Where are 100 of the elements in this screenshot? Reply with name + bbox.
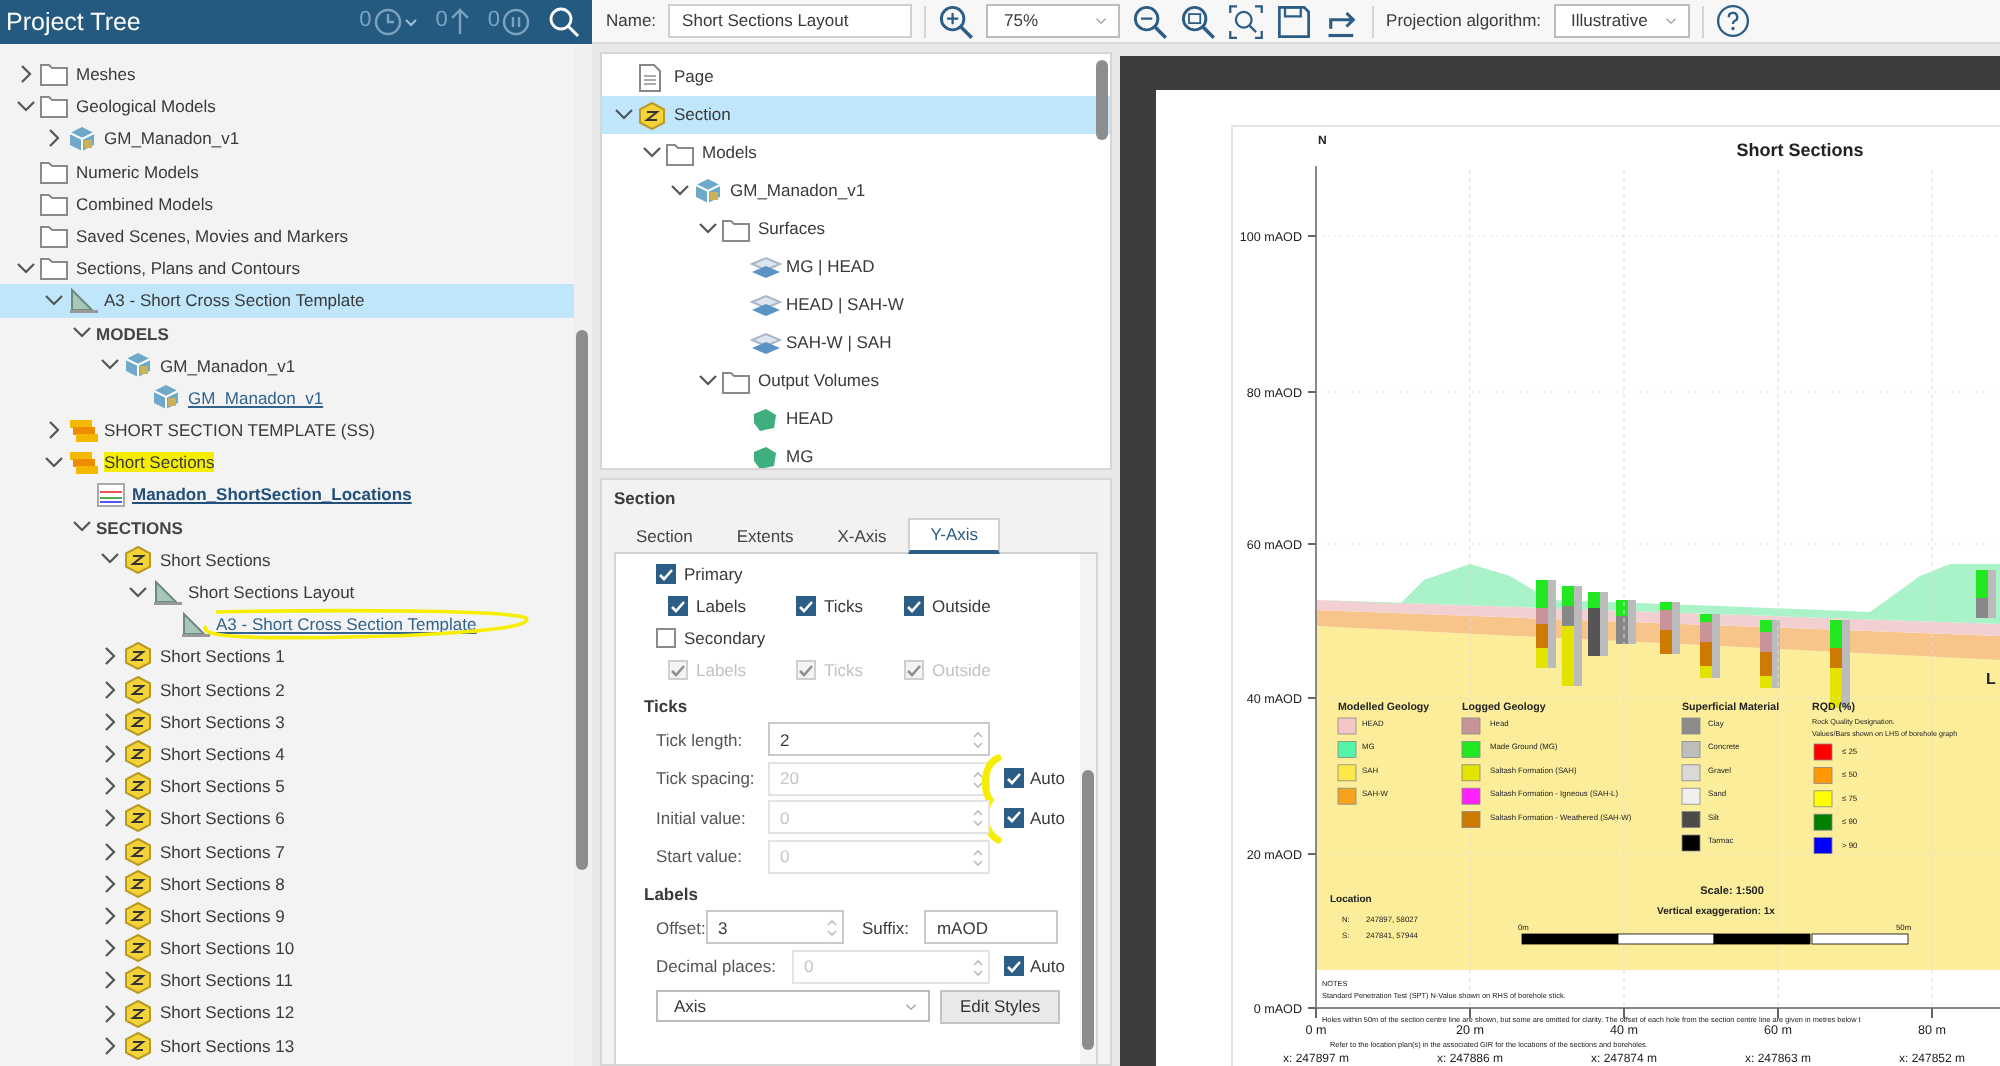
tree-row[interactable]: Short Sections	[0, 446, 574, 479]
chevron-down-icon[interactable]	[698, 222, 718, 236]
tree-row[interactable]: HEAD	[602, 400, 1110, 438]
projection-dropdown[interactable]: Illustrative	[1553, 4, 1690, 38]
tree-row[interactable]: SAH-W | SAH	[602, 324, 1110, 362]
tree-row[interactable]: Meshes	[0, 58, 574, 91]
chevron-right-icon[interactable]	[103, 938, 117, 959]
tab[interactable]: Extents	[714, 517, 816, 554]
chevron-right-icon[interactable]	[47, 420, 61, 441]
scrollbar-thumb[interactable]	[576, 330, 588, 870]
tree-row[interactable]: Short Sections 6	[0, 802, 574, 835]
save-icon[interactable]	[1276, 3, 1313, 39]
chevron-right-icon[interactable]	[103, 1003, 117, 1024]
tree-link[interactable]: GM_Manadon_v1	[188, 387, 324, 409]
tree-link[interactable]: A3 - Short Cross Section Template	[216, 614, 477, 635]
chevron-right-icon[interactable]	[103, 970, 117, 991]
tree-row[interactable]: MODELS	[0, 317, 574, 350]
tree-row[interactable]: Short Sections 5	[0, 770, 574, 803]
chevron-down-icon[interactable]	[698, 374, 718, 388]
tree-row[interactable]: Sections, Plans and Contours	[0, 252, 574, 285]
chevron-down-icon[interactable]	[16, 261, 36, 276]
checkbox[interactable]	[656, 628, 676, 649]
chevron-down-icon[interactable]	[16, 99, 36, 114]
help-icon[interactable]	[1715, 4, 1750, 38]
clock-icon[interactable]	[373, 8, 402, 36]
zoom-dropdown[interactable]: 75%	[986, 4, 1121, 38]
tree-link[interactable]: Manadon_ShortSection_Locations	[132, 484, 412, 506]
zoom-region-icon[interactable]	[1228, 3, 1265, 39]
chevron-right-icon[interactable]	[103, 905, 117, 926]
scrollbar-thumb[interactable]	[1082, 769, 1094, 1050]
tab[interactable]: Section	[614, 517, 715, 554]
chevron-down-icon[interactable]	[614, 108, 634, 122]
style-dropdown[interactable]: Axis	[656, 990, 930, 1023]
checkbox[interactable]	[668, 596, 688, 617]
scrollbar[interactable]	[1080, 553, 1096, 1064]
zoom-out-icon[interactable]	[1132, 3, 1169, 39]
tree-row[interactable]: Short Sections 8	[0, 867, 574, 900]
chevron-down-icon[interactable]	[44, 293, 64, 308]
tree-row[interactable]: Short Sections 4	[0, 737, 574, 771]
tree-row[interactable]: Numeric Models	[0, 155, 574, 188]
tree-row[interactable]: MG | HEAD	[602, 248, 1110, 286]
tree-row[interactable]: HEAD | SAH-W	[602, 286, 1110, 324]
chevron-right-icon[interactable]	[103, 646, 117, 667]
chevron-right-icon[interactable]	[103, 1035, 117, 1056]
tree-row[interactable]: Short Sections 12	[0, 996, 574, 1030]
chevron-right-icon[interactable]	[47, 128, 61, 149]
chevron-right-icon[interactable]	[103, 873, 117, 894]
tree-row[interactable]: Short Sections 1	[0, 640, 574, 674]
chevron-down-icon[interactable]	[44, 455, 64, 470]
chevron-right-icon[interactable]	[103, 841, 117, 862]
tree-row[interactable]: GM_Manadon_v1	[602, 172, 1110, 210]
tree-row[interactable]: Manadon_ShortSection_Locations	[0, 478, 574, 512]
tree-row[interactable]: Short Sections Layout	[0, 576, 574, 609]
tab[interactable]: X-Axis	[815, 517, 909, 554]
chevron-right-icon[interactable]	[103, 744, 117, 765]
number-field[interactable]: 2	[768, 722, 990, 757]
tree-row[interactable]: Combined Models	[0, 187, 574, 220]
name-field[interactable]: Short Sections Layout	[668, 4, 913, 38]
tree-row[interactable]: A3 - Short Cross Section Template	[0, 608, 574, 641]
tree-row[interactable]: Saved Scenes, Movies and Markers	[0, 219, 574, 253]
tree-row[interactable]: Short Sections 13	[0, 1029, 574, 1062]
tree-row[interactable]: GM_Manadon_v1	[0, 349, 574, 382]
zoom-in-icon[interactable]	[938, 3, 975, 39]
chevron-right-icon[interactable]	[103, 679, 117, 700]
tree-row[interactable]: Surfaces	[602, 210, 1110, 248]
checkbox[interactable]	[796, 596, 816, 617]
tree-row[interactable]: Short Sections 11	[0, 964, 574, 997]
tree-row[interactable]: Short Sections 7	[0, 835, 574, 868]
tree-row[interactable]: Short Sections 10	[0, 932, 574, 965]
chevron-down-icon[interactable]	[670, 184, 690, 198]
caret-icon[interactable]	[403, 17, 418, 27]
tree-row[interactable]: Geological Models	[0, 90, 574, 123]
tree-row[interactable]: Short Sections	[0, 543, 574, 576]
chevron-right-icon[interactable]	[103, 808, 117, 829]
scrollbar-thumb[interactable]	[1096, 60, 1108, 140]
tree-row[interactable]: Short Sections 2	[0, 673, 574, 706]
tree-row[interactable]: Section	[602, 96, 1110, 134]
chevron-right-icon[interactable]	[103, 776, 117, 797]
chevron-right-icon[interactable]	[19, 64, 33, 85]
search-icon[interactable]	[548, 6, 580, 38]
tree-row[interactable]: A3 - Short Cross Section Template	[0, 284, 574, 317]
tree-row[interactable]: MG	[602, 438, 1110, 468]
tree-row[interactable]: SECTIONS	[0, 511, 574, 544]
tree-row[interactable]: Output Volumes	[602, 362, 1110, 400]
pause-icon[interactable]	[502, 8, 530, 36]
checkbox[interactable]	[904, 596, 924, 617]
tree-row[interactable]: Models	[602, 134, 1110, 172]
chevron-down-icon[interactable]	[128, 585, 148, 600]
zoom-reset-icon[interactable]	[1180, 3, 1217, 39]
tree-row[interactable]: SHORT SECTION TEMPLATE (SS)	[0, 414, 574, 447]
chevron-down-icon[interactable]	[642, 146, 662, 160]
tree-row[interactable]: Page	[602, 58, 1110, 96]
chevron-down-icon[interactable]	[100, 358, 120, 373]
edit-styles-button[interactable]: Edit Styles	[940, 989, 1061, 1024]
tree-row[interactable]: Short Sections 3	[0, 705, 574, 738]
number-field[interactable]: 3	[706, 910, 844, 945]
tree-row[interactable]: Short Sections 9	[0, 899, 574, 933]
tree-row[interactable]: GM_Manadon_v1	[0, 122, 574, 156]
chevron-down-icon[interactable]	[100, 552, 120, 567]
checkbox[interactable]	[656, 564, 676, 585]
